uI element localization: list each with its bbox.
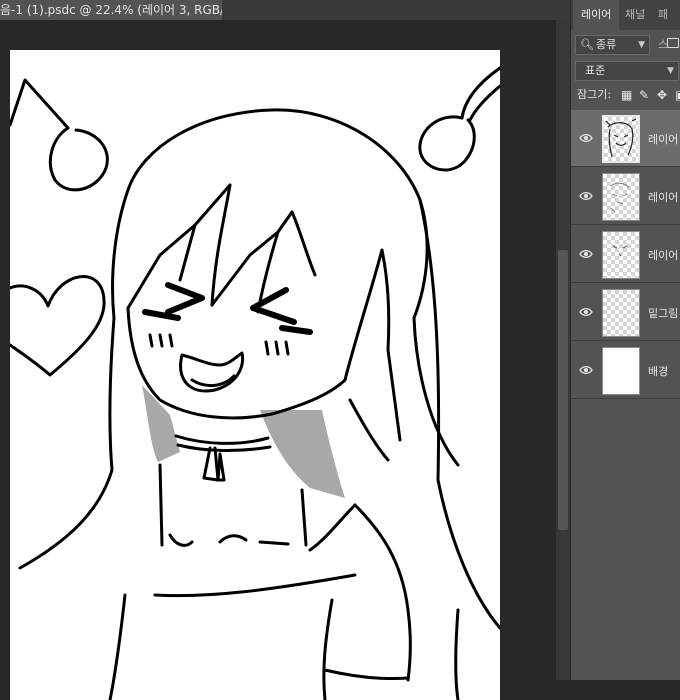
vertical-scrollbar[interactable] xyxy=(556,20,570,680)
drawing-artwork xyxy=(10,66,500,700)
document-tab-title: 음-1 (1).psdc @ 22.4% (레이어 3, RGB/8) * xyxy=(0,3,222,17)
layer-kind-filter[interactable]: 🔍︎ 종류 ▼ xyxy=(575,35,650,55)
layer-row-layer-1[interactable]: 레이어 1 xyxy=(571,226,680,283)
blend-mode-value: 표준 xyxy=(585,64,606,77)
layer-thumbnail xyxy=(602,173,640,221)
layer-filter-row: 🔍︎ 종류 ▼ xyxy=(575,35,679,55)
tab-paths[interactable]: 패스 xyxy=(650,0,680,51)
lock-row: 잠그기: ▦ ✎ ✥ ▣ xyxy=(577,86,680,104)
layer-row-background[interactable]: 배경 xyxy=(571,342,680,399)
eye-icon[interactable] xyxy=(579,189,593,203)
eye-icon[interactable] xyxy=(579,363,593,377)
chevron-down-icon: ▼ xyxy=(667,66,674,76)
eye-icon[interactable] xyxy=(579,305,593,319)
layer-thumbnail xyxy=(602,347,640,395)
tab-layers[interactable]: 레이어 xyxy=(573,0,620,30)
layer-row-layer-3[interactable]: 레이어 3 xyxy=(571,110,680,167)
layer-row-sketch[interactable]: 밑그림 xyxy=(571,284,680,341)
layer-thumbnail xyxy=(602,115,640,163)
layer-name: 레이어 3 xyxy=(648,133,680,146)
lock-transparent-pixels-icon[interactable]: ▦ xyxy=(621,86,632,104)
panel-tabs: 레이어 채널 패스 xyxy=(571,0,680,51)
lock-image-pixels-icon[interactable]: ✎ xyxy=(639,86,649,104)
artboard-lock-icon[interactable]: ▣ xyxy=(675,86,680,104)
layer-name: 배경 xyxy=(648,365,669,378)
eye-icon[interactable] xyxy=(579,131,593,145)
document-tab[interactable]: 음-1 (1).psdc @ 22.4% (레이어 3, RGB/8) *× xyxy=(0,0,222,20)
canvas-work-area[interactable] xyxy=(0,20,556,700)
layer-thumbnail xyxy=(602,289,640,337)
search-icon: 🔍︎ xyxy=(580,38,594,51)
filter-value: 종류 xyxy=(596,38,617,51)
lock-label: 잠그기: xyxy=(577,88,612,101)
layer-row-layer-2[interactable]: 레이어 2 xyxy=(571,168,680,225)
layer-name: 레이어 1 xyxy=(648,249,680,262)
scrollbar-thumb[interactable] xyxy=(558,250,568,530)
layer-thumbnail xyxy=(602,231,640,279)
chevron-down-icon: ▼ xyxy=(638,40,645,50)
tab-channels[interactable]: 채널 xyxy=(617,0,653,30)
drawing-canvas[interactable] xyxy=(10,50,500,700)
layers-panel: 레이어 채널 패스 🔍︎ 종류 ▼ 표준 ▼ 잠그기: ▦ ✎ ✥ ▣ 레이어 … xyxy=(570,0,680,680)
tab-strip xyxy=(222,0,570,20)
eye-icon[interactable] xyxy=(579,247,593,261)
blend-mode-select[interactable]: 표준 ▼ xyxy=(575,61,679,81)
image-filter-icon[interactable] xyxy=(667,38,679,48)
lock-position-icon[interactable]: ✥ xyxy=(657,86,667,104)
layer-name: 레이어 2 xyxy=(648,191,680,204)
layer-name: 밑그림 xyxy=(648,307,679,320)
